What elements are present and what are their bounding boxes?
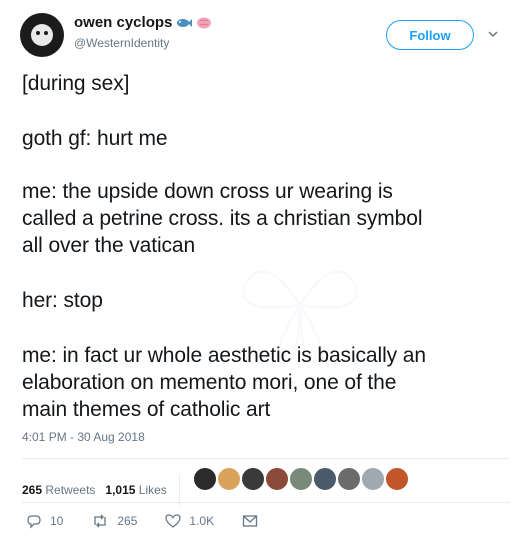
timestamp[interactable]: 4:01 PM - 30 Aug 2018 <box>22 430 145 444</box>
liker-avatar[interactable] <box>312 466 338 492</box>
follow-button[interactable]: Follow <box>386 20 474 50</box>
like-button[interactable]: 1.0K <box>165 513 214 529</box>
liker-avatar[interactable] <box>360 466 386 492</box>
tweet-line: [during sex] <box>22 72 130 95</box>
retweets-label: Retweets <box>45 483 96 497</box>
reply-icon <box>27 515 41 529</box>
tweet-line: me: in fact ur whole aesthetic is basica… <box>22 344 426 367</box>
liker-avatar[interactable] <box>216 466 242 492</box>
tweet-actions: 10 265 1.0K <box>26 511 294 531</box>
tweet-line: me: the upside down cross ur wearing is <box>22 180 393 203</box>
tweet-line: main themes of catholic art <box>22 398 271 421</box>
avatar-eye-left <box>36 31 40 35</box>
likes-label: Likes <box>138 483 167 497</box>
display-name[interactable]: owen cyclops <box>74 14 172 31</box>
fish-icon <box>177 19 193 27</box>
avatar-eye-right <box>44 31 48 35</box>
liker-avatar[interactable] <box>384 466 410 492</box>
liker-avatar[interactable] <box>336 466 362 492</box>
retweets-count: 265 <box>22 483 43 497</box>
liker-avatar[interactable] <box>264 466 290 492</box>
retweet-button[interactable]: 265 <box>91 513 137 529</box>
avatar-face <box>31 24 53 46</box>
tweet-line: all over the vatican <box>22 234 196 257</box>
like-count: 1.0K <box>189 514 215 528</box>
tweet-line: called a petrine cross. its a christian … <box>22 207 423 230</box>
divider <box>22 458 510 459</box>
handle[interactable]: @WesternIdentity <box>74 36 169 50</box>
liker-avatar[interactable] <box>240 466 266 492</box>
retweet-count: 265 <box>117 514 138 528</box>
heart-icon <box>165 514 182 528</box>
reply-button[interactable]: 10 <box>26 513 63 529</box>
liker-avatar[interactable] <box>288 466 314 492</box>
liker-avatar[interactable] <box>192 466 218 492</box>
tweet-line: her: stop <box>22 289 103 312</box>
name-row: owen cyclops <box>74 14 212 31</box>
divider <box>22 502 510 503</box>
likes-stat[interactable]: 1,015 Likes <box>105 483 166 497</box>
liker-avatars <box>192 466 410 492</box>
chevron-down-icon[interactable] <box>486 27 500 41</box>
tweet-header: owen cyclops @WesternIdentity Follow <box>0 0 530 62</box>
tweet-line: goth gf: hurt me <box>22 127 168 150</box>
retweets-stat[interactable]: 265 Retweets <box>22 483 95 497</box>
direct-message-button[interactable] <box>242 514 266 528</box>
envelope-icon <box>242 515 258 527</box>
reply-count: 10 <box>50 514 64 528</box>
retweet-icon <box>94 514 107 528</box>
likes-count: 1,015 <box>105 483 136 497</box>
avatar[interactable] <box>20 13 64 57</box>
brain-icon <box>197 17 212 29</box>
tweet-line: elaboration on memento mori, one of the <box>22 371 397 394</box>
